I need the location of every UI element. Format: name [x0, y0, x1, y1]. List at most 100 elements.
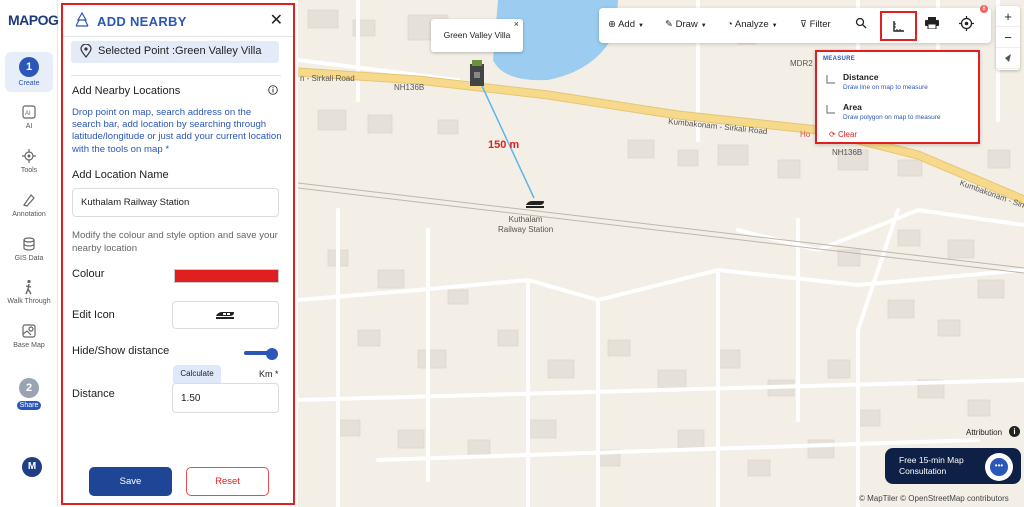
gear-icon — [22, 149, 36, 163]
chat-button[interactable]: ••• — [985, 453, 1013, 481]
compass-button[interactable] — [996, 48, 1020, 69]
pencil-icon: ✎ — [665, 19, 676, 30]
selected-point-bar: Selected Point :Green Valley Villa — [71, 41, 279, 63]
location-name-input[interactable] — [72, 188, 279, 217]
info-icon[interactable]: i — [1009, 426, 1020, 437]
refresh-icon: ⟳ — [829, 130, 838, 139]
highway-label: NH136B — [394, 83, 425, 92]
toggle-knob — [266, 348, 278, 360]
measure-area-title: Area — [843, 102, 862, 112]
divider — [71, 75, 281, 76]
nearby-pin-icon — [75, 12, 89, 27]
locate-button[interactable] — [959, 16, 974, 34]
compass-icon — [1005, 54, 1011, 62]
panel-title: ADD NEARBY — [97, 14, 187, 29]
train-icon — [216, 312, 234, 319]
rail-item-create[interactable]: 1 Create — [5, 52, 53, 92]
caret-down-icon: ▼ — [700, 23, 707, 29]
printer-icon — [925, 17, 939, 30]
measure-dropdown: MEASURE Distance Draw line on map to mea… — [815, 50, 980, 144]
analyze-label: Analyze — [734, 19, 769, 30]
reset-button[interactable]: Reset — [186, 467, 269, 496]
annotation-icon — [23, 194, 35, 207]
close-panel-button[interactable]: ✕ — [270, 10, 283, 30]
rail-label-base-map: Base Map — [13, 342, 45, 349]
save-button[interactable]: Save — [89, 467, 172, 496]
measure-area-item[interactable]: Area Draw polygon on map to measure — [843, 102, 941, 121]
villa-marker — [470, 60, 484, 86]
train-marker — [526, 201, 544, 208]
clear-button[interactable]: ⟳ Clear — [829, 130, 857, 139]
add-menu-button[interactable]: ⊕ Add ▼ — [608, 19, 644, 30]
panel-header: ADD NEARBY ✕ — [63, 5, 293, 37]
close-icon[interactable]: × — [514, 8, 519, 41]
measure-distance-desc: Draw line on map to measure — [843, 84, 928, 91]
calculate-button[interactable]: Calculate — [173, 365, 221, 383]
measure-area-desc: Draw polygon on map to measure — [843, 114, 941, 121]
rail-item-ai[interactable]: AI AI — [2, 104, 56, 130]
map-toolbar: ⊕ Add ▼ ✎ Draw ▼ ◔ Analyze ▼ ⊽ Filter 8 — [599, 5, 991, 43]
edit-icon-label: Edit Icon — [72, 309, 115, 321]
search-button[interactable] — [855, 17, 867, 32]
crosshair-icon — [959, 16, 974, 31]
location-pin-icon — [80, 44, 92, 58]
consultation-banner[interactable]: Free 15-min Map Consultation ••• — [885, 448, 1021, 484]
search-icon — [855, 17, 867, 29]
rail-label-tools: Tools — [20, 167, 38, 174]
measure-distance-title: Distance — [843, 72, 879, 82]
colour-picker[interactable] — [174, 269, 279, 283]
database-icon — [23, 237, 35, 251]
rail-item-gis-data[interactable]: GIS Data — [2, 236, 56, 262]
caret-down-icon: ▼ — [637, 23, 644, 29]
hide-show-distance-toggle[interactable] — [244, 348, 279, 360]
ruler-icon — [826, 75, 835, 84]
zoom-control: + − — [996, 6, 1020, 70]
notification-badge: 8 — [980, 5, 988, 13]
analyze-menu-button[interactable]: ◔ Analyze ▼ — [727, 19, 778, 30]
area-icon — [826, 105, 835, 114]
popup-title: Green Valley Villa — [443, 30, 511, 40]
attribution-label[interactable]: Attribution — [966, 428, 1002, 437]
map-credits: © MapTiler © OpenStreetMap contributors — [859, 494, 1009, 503]
filter-button[interactable]: ⊽ Filter — [800, 19, 831, 30]
rail-item-tools[interactable]: Tools — [2, 148, 56, 174]
measure-button[interactable] — [880, 11, 917, 41]
rail-label-gis-data: GIS Data — [14, 255, 44, 262]
measure-distance-item[interactable]: Distance Draw line on map to measure — [843, 72, 928, 91]
station-label-line: Railway Station — [498, 225, 554, 234]
rail-label-share: Share — [16, 401, 42, 410]
rail-item-annotation[interactable]: Annotation — [2, 192, 56, 218]
location-popup[interactable]: Green Valley Villa × — [431, 19, 523, 52]
base-map-icon — [22, 324, 36, 338]
highway-label: NH136B — [832, 148, 863, 157]
user-avatar[interactable]: M — [22, 457, 42, 477]
distance-input[interactable] — [172, 383, 279, 413]
unit-label[interactable]: Km * — [259, 369, 279, 379]
distance-label: 150 m — [488, 139, 520, 151]
icon-picker[interactable] — [172, 301, 279, 329]
add-nearby-title: Add Nearby Locations — [72, 85, 181, 97]
zoom-out-button[interactable]: − — [996, 27, 1020, 48]
draw-label: Draw — [675, 19, 698, 30]
instructions-text: Drop point on map, search address on the… — [72, 107, 282, 155]
print-button[interactable] — [925, 17, 939, 32]
style-help-text: Modify the colour and style option and s… — [72, 230, 278, 254]
plus-circle-icon: ⊕ — [608, 19, 619, 30]
step-badge: 2 — [19, 378, 39, 398]
rail-item-share[interactable]: 2 Share — [2, 378, 56, 410]
station-label: Kuthalam Railway Station — [498, 215, 553, 235]
info-icon[interactable] — [268, 85, 278, 95]
road-label: n - Sirkali Road — [300, 74, 355, 83]
selected-point-text: Selected Point :Green Valley Villa — [98, 45, 262, 57]
svg-text:AI: AI — [25, 111, 31, 117]
caret-down-icon: ▼ — [771, 23, 778, 29]
add-label: Add — [618, 19, 635, 30]
filter-icon: ⊽ — [800, 19, 810, 30]
draw-menu-button[interactable]: ✎ Draw ▼ — [665, 19, 707, 30]
rail-item-walk-through[interactable]: Walk Through — [2, 279, 56, 305]
rail-item-base-map[interactable]: Base Map — [2, 323, 56, 349]
road-label: MDR2 — [790, 59, 813, 68]
filter-label: Filter — [809, 19, 831, 30]
mapog-logo: MAPOG — [8, 12, 59, 28]
zoom-in-button[interactable]: + — [996, 6, 1020, 27]
